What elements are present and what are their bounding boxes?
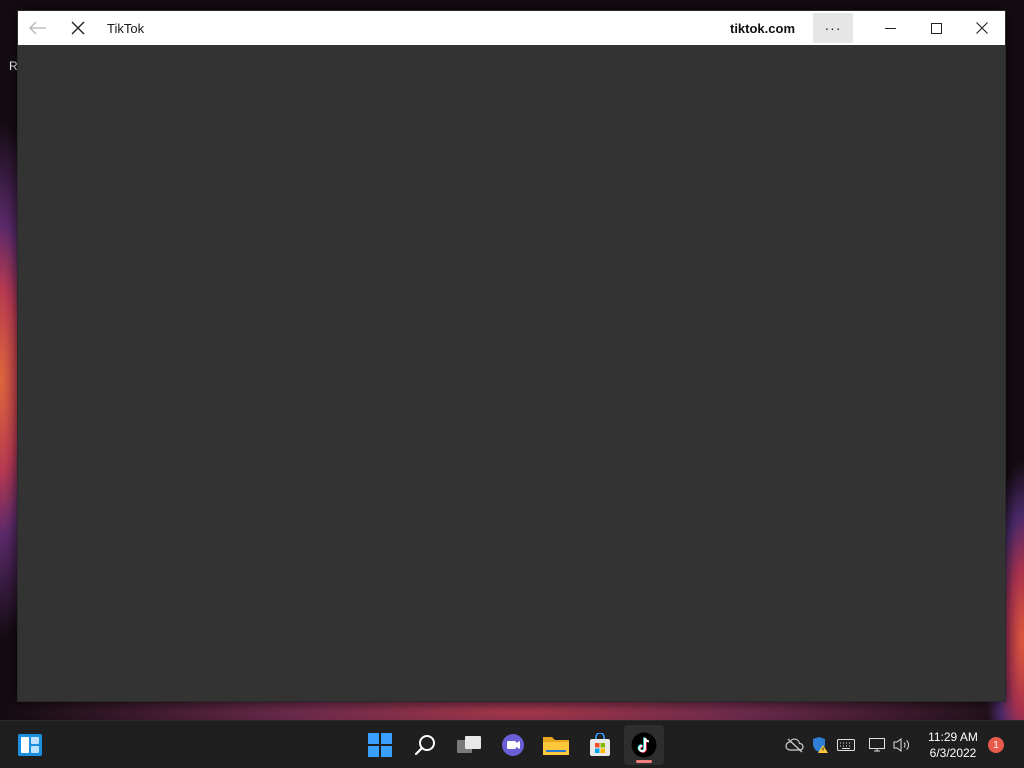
chat-icon: [502, 734, 524, 756]
maximize-icon: [930, 22, 942, 34]
close-icon: [976, 22, 988, 34]
chat-button[interactable]: [493, 725, 533, 765]
clock-time: 11:29 AM: [928, 730, 978, 744]
back-arrow-icon: [29, 21, 46, 35]
clock-date: 6/3/2022: [929, 746, 977, 760]
app-content-area[interactable]: [18, 45, 1005, 701]
onedrive-tray-button[interactable]: [785, 735, 805, 755]
close-icon: [71, 21, 85, 35]
tiktok-taskbar-button[interactable]: [624, 725, 664, 765]
input-indicator-button[interactable]: [836, 735, 856, 755]
widgets-icon: [18, 734, 42, 756]
search-button[interactable]: [405, 725, 445, 765]
cloud-offline-icon: [785, 738, 804, 753]
file-explorer-button[interactable]: [536, 725, 576, 765]
active-app-indicator: [636, 760, 652, 763]
keyboard-icon: [837, 739, 855, 751]
network-tray-button[interactable]: [868, 735, 888, 755]
task-view-button[interactable]: [449, 725, 489, 765]
minimize-icon: [884, 27, 896, 29]
search-icon: [414, 735, 435, 756]
folder-icon: [543, 737, 569, 755]
window-titlebar[interactable]: TikTok tiktok.com ···: [18, 11, 1005, 45]
microsoft-store-button[interactable]: [580, 725, 620, 765]
windows-start-icon: [368, 733, 392, 757]
close-window-button[interactable]: [959, 11, 1005, 45]
back-button[interactable]: [18, 11, 58, 45]
domain-label: tiktok.com: [729, 20, 795, 36]
tiktok-app-window: TikTok tiktok.com ···: [17, 10, 1006, 702]
widgets-button[interactable]: [10, 725, 50, 765]
volume-tray-button[interactable]: [892, 735, 912, 755]
tiktok-icon: [631, 732, 657, 758]
security-warning-icon: [813, 737, 828, 753]
system-clock[interactable]: 11:29 AM 6/3/2022: [922, 729, 984, 761]
stop-loading-button[interactable]: [58, 11, 98, 45]
more-options-button[interactable]: ···: [813, 13, 853, 43]
network-icon: [869, 738, 885, 752]
start-button[interactable]: [360, 725, 400, 765]
maximize-button[interactable]: [913, 11, 959, 45]
volume-icon: [893, 738, 909, 752]
minimize-button[interactable]: [867, 11, 913, 45]
window-title: TikTok: [107, 20, 145, 36]
store-icon: [590, 733, 610, 756]
task-view-icon: [457, 736, 481, 753]
taskbar: 11:29 AM 6/3/2022 1: [0, 720, 1024, 768]
security-tray-button[interactable]: [810, 735, 830, 755]
notification-badge[interactable]: 1: [988, 737, 1004, 753]
